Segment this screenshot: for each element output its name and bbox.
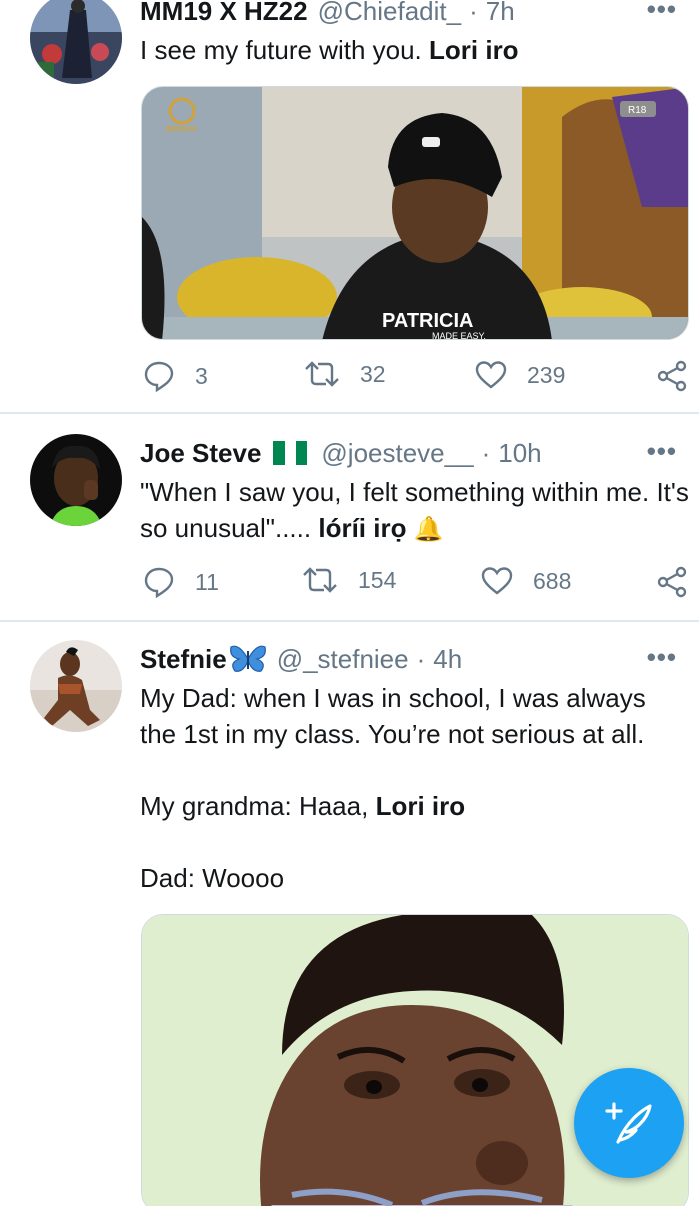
reply-count: 3 <box>195 362 208 389</box>
retweet-count: 154 <box>358 566 397 593</box>
reply-button[interactable]: 11 <box>143 566 219 598</box>
display-name[interactable]: MM19 X HZ22 <box>140 0 308 27</box>
compose-tweet-button[interactable] <box>574 1068 684 1178</box>
tweet-text-bold: Lori iro <box>429 35 519 65</box>
tweet-text-bold: Lori iro <box>375 791 466 821</box>
tweet-text-line: Dad: Woooo <box>140 863 285 893</box>
compose-tweet-icon <box>605 1102 652 1144</box>
tweet-actions: 3 32 239 <box>140 360 690 396</box>
display-name[interactable]: Stefnie <box>140 644 227 675</box>
reply-count: 11 <box>195 568 219 595</box>
tweet-image[interactable]: PATRICIA MADE EASY. BBNAIJA R18 <box>141 86 689 340</box>
display-name[interactable]: Joe Steve <box>140 438 261 469</box>
share-button[interactable] <box>656 360 699 392</box>
tweet-text-line: My Dad: when I was in school, I was alwa… <box>140 683 646 749</box>
like-button[interactable]: 688 <box>481 566 571 596</box>
more-options-icon[interactable]: ••• <box>647 642 677 673</box>
reply-button[interactable]: 3 <box>143 360 208 392</box>
tweet-text-bold: lóríi irọ <box>318 513 407 543</box>
like-count: 239 <box>527 361 566 388</box>
retweet-icon <box>303 567 337 593</box>
tweet-text-line: My grandma: Haaa, Lori iro <box>140 788 689 824</box>
user-handle[interactable]: @_stefniee <box>277 644 409 675</box>
separator-dot: · <box>416 643 426 674</box>
like-count: 688 <box>533 567 572 594</box>
reply-icon <box>144 567 174 598</box>
tweet-text: My Dad: when I was in school, I was alwa… <box>140 680 689 896</box>
heart-icon <box>481 567 513 595</box>
tweet-text: I see my future with you. Lori iro <box>140 32 689 68</box>
tweet-text: "When I saw you, I felt something within… <box>140 474 689 548</box>
avatar[interactable] <box>30 640 122 732</box>
share-icon <box>657 566 687 598</box>
share-button[interactable] <box>656 566 699 598</box>
more-options-icon[interactable]: ••• <box>647 436 677 467</box>
timestamp[interactable]: 7h <box>486 0 515 27</box>
image-badge-right: R18 <box>628 105 647 116</box>
butterfly-icon <box>229 645 266 672</box>
heart-icon <box>475 361 507 389</box>
retweet-count: 32 <box>360 360 386 387</box>
share-icon <box>657 360 687 392</box>
image-shirt-subtext: MADE EASY. <box>432 331 486 340</box>
tweet-header: MM19 X HZ22 @Chiefadit_ · 7h ••• <box>140 0 689 28</box>
tweet-text-plain: My grandma: Haaa, <box>140 791 376 821</box>
avatar[interactable] <box>30 0 122 84</box>
timestamp[interactable]: 10h <box>498 438 541 469</box>
reply-icon <box>144 361 174 392</box>
separator-dot: · <box>469 0 478 26</box>
avatar[interactable] <box>30 434 122 526</box>
user-handle[interactable]: @joesteve__ <box>321 438 473 469</box>
bell-emoji: 🔔 <box>413 516 444 543</box>
retweet-button[interactable]: 32 <box>304 360 386 388</box>
tweet-2[interactable]: Joe Steve @joesteve__ · 10h ••• "When I … <box>0 414 699 620</box>
retweet-button[interactable]: 154 <box>302 566 396 594</box>
retweet-icon <box>305 361 339 387</box>
tweet-header: Stefnie @_stefniee · 4h ••• <box>140 642 689 676</box>
more-options-icon[interactable]: ••• <box>647 0 677 25</box>
tweet-header: Joe Steve @joesteve__ · 10h ••• <box>140 436 689 470</box>
tweet-text-plain: I see my future with you. <box>140 35 430 65</box>
timestamp[interactable]: 4h <box>433 644 462 675</box>
tweet-actions: 11 154 688 <box>140 566 690 602</box>
like-button[interactable]: 239 <box>475 360 565 390</box>
nigeria-flag-icon <box>273 441 308 465</box>
separator-dot: · <box>481 437 491 468</box>
image-badge-left: BBNAIJA <box>166 126 197 133</box>
tweet-1[interactable]: MM19 X HZ22 @Chiefadit_ · 7h ••• I see m… <box>0 0 699 412</box>
image-shirt-text: PATRICIA <box>382 310 473 332</box>
user-handle[interactable]: @Chiefadit_ <box>318 0 461 27</box>
